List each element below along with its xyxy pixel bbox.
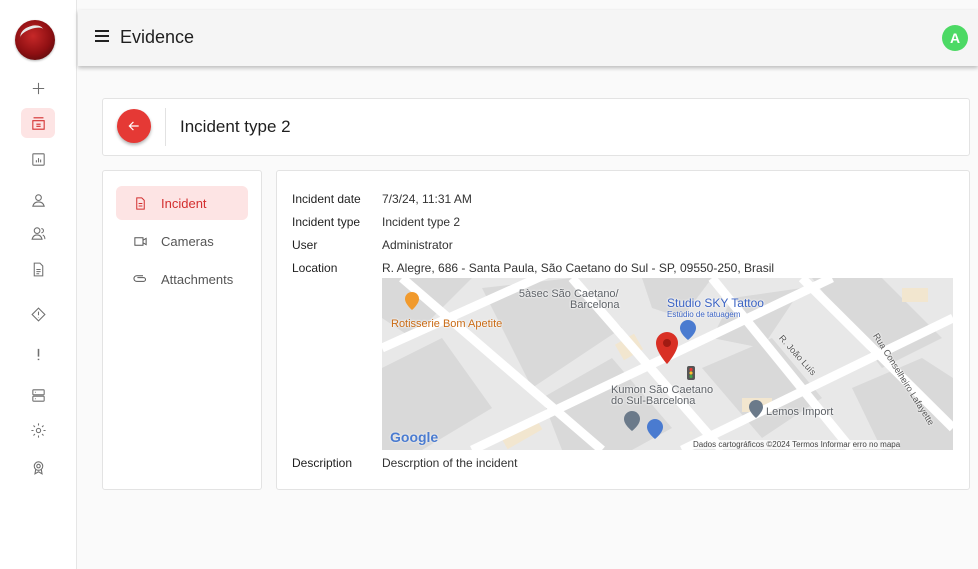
incident-tabs: Incident Cameras Attachments xyxy=(102,170,262,490)
user-icon[interactable] xyxy=(21,185,55,215)
reports-icon[interactable] xyxy=(21,144,55,174)
header-divider xyxy=(165,108,166,146)
server-icon[interactable] xyxy=(21,380,55,410)
map-poi-rotisserie[interactable]: Rotisserie Bom Apetite xyxy=(391,319,502,330)
warning-diamond-icon[interactable] xyxy=(21,299,55,329)
page-title: Evidence xyxy=(120,27,195,47)
incident-date-value: 7/3/24, 11:31 AM xyxy=(382,192,472,206)
traffic-light-icon xyxy=(687,366,695,380)
tattoo-pin-icon[interactable] xyxy=(680,320,696,340)
poi-laundry-line2: Barcelona xyxy=(570,299,620,311)
add-icon[interactable] xyxy=(21,73,55,103)
map-poi-laundry[interactable]: 5àsec São Caetano/ Barcelona xyxy=(518,289,620,311)
map-attribution[interactable]: Dados cartográficos ©2024 Termos Informa… xyxy=(693,440,901,449)
user-row: User Administrator xyxy=(292,238,453,252)
incident-type-row: Incident type Incident type 2 xyxy=(292,215,460,229)
tab-incident[interactable]: Incident xyxy=(116,186,248,220)
poi-tattoo-line2: Estúdio de tatuagem xyxy=(667,310,741,319)
paperclip-icon xyxy=(133,274,146,282)
user-label: User xyxy=(292,238,318,252)
hamburger-menu-icon[interactable] xyxy=(95,30,109,42)
top-app-bar: Evidence A xyxy=(78,10,978,66)
document-nav-icon[interactable] xyxy=(21,254,55,284)
incident-type-value: Incident type 2 xyxy=(382,215,461,229)
arrow-left-icon xyxy=(128,121,139,131)
map-poi-kumon[interactable]: Kumon São Caetano do Sul-Barcelona xyxy=(611,385,713,407)
back-button[interactable] xyxy=(117,109,151,143)
map-poi-lemos[interactable]: Lemos Import xyxy=(766,407,833,418)
camera-icon xyxy=(134,236,147,246)
user-avatar[interactable]: A xyxy=(942,25,968,51)
tab-cameras[interactable]: Cameras xyxy=(116,224,248,258)
tab-attachments-label: Attachments xyxy=(161,271,234,287)
tab-attachments[interactable]: Attachments xyxy=(116,262,248,296)
store-pin-icon[interactable] xyxy=(749,400,763,418)
incident-date-label: Incident date xyxy=(292,192,361,206)
location-row: Location R. Alegre, 686 - Santa Paula, S… xyxy=(292,261,774,275)
restaurant-pin-icon[interactable] xyxy=(405,292,419,310)
settings-gear-icon[interactable] xyxy=(21,415,55,445)
incident-details: Incident date 7/3/24, 11:31 AM Incident … xyxy=(276,170,970,490)
user-value: Administrator xyxy=(382,238,453,252)
tab-cameras-label: Cameras xyxy=(161,233,214,249)
award-badge-icon[interactable] xyxy=(21,452,55,482)
description-label: Description xyxy=(292,456,353,470)
incident-date-row: Incident date 7/3/24, 11:31 AM xyxy=(292,192,472,206)
incident-location-pin-icon[interactable] xyxy=(656,332,678,364)
users-group-icon[interactable] xyxy=(21,218,55,248)
location-map[interactable]: 5àsec São Caetano/ Barcelona Studio SKY … xyxy=(382,278,953,450)
poi-tattoo-line1: Studio SKY Tattoo xyxy=(667,296,764,310)
location-value: R. Alegre, 686 - Santa Paula, São Caetan… xyxy=(382,261,775,275)
google-logo: Google xyxy=(390,429,439,445)
poi-kumon-line2: do Sul-Barcelona xyxy=(611,395,696,407)
document-icon xyxy=(136,196,145,210)
description-value: Descrption of the incident xyxy=(382,456,518,470)
app-logo[interactable] xyxy=(15,20,55,60)
incident-type-label: Incident type xyxy=(292,215,361,229)
tab-incident-label: Incident xyxy=(161,195,207,211)
incident-title: Incident type 2 xyxy=(180,117,291,136)
shopping-pin-icon[interactable] xyxy=(647,419,663,439)
incident-header-card: Incident type 2 xyxy=(102,98,970,156)
navigation-rail xyxy=(0,0,77,569)
school-pin-icon[interactable] xyxy=(624,411,640,431)
location-label: Location xyxy=(292,261,338,275)
alert-icon[interactable] xyxy=(21,339,55,369)
evidence-nav-icon[interactable] xyxy=(21,108,55,138)
map-poi-tattoo[interactable]: Studio SKY Tattoo Estúdio de tatuagem xyxy=(667,296,764,320)
description-row: Description Descrption of the incident xyxy=(292,456,517,470)
